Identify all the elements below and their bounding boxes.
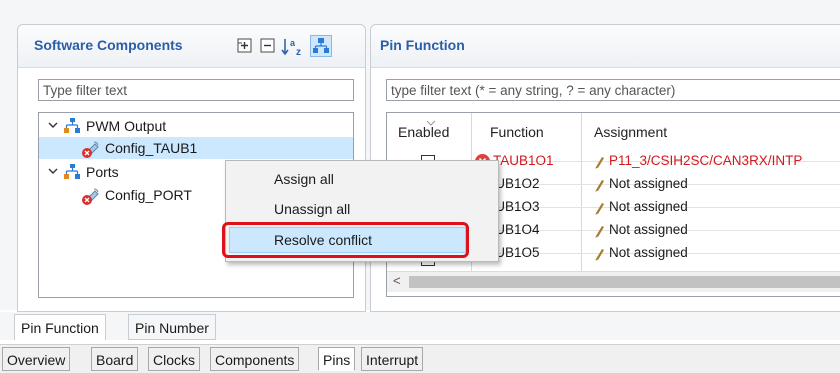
- table-header: Enabled Function Assignment: [387, 113, 840, 151]
- tree-item-config-taub1[interactable]: Config_TAUB1: [39, 137, 353, 159]
- error-config-icon: [81, 186, 101, 212]
- menu-item-unassign-all[interactable]: Unassign all: [226, 196, 498, 222]
- sort-az-icon[interactable]: az: [281, 37, 305, 58]
- tab-overview[interactable]: Overview: [2, 347, 71, 371]
- assignment-cell: Not assigned: [609, 199, 688, 214]
- tab-pin-number[interactable]: Pin Number: [128, 314, 216, 340]
- tab-pin-function[interactable]: Pin Function: [14, 314, 106, 340]
- scrollbar-thumb[interactable]: [409, 276, 840, 288]
- tree-item-label: Ports: [86, 164, 119, 180]
- tree-item-label: PWM Output: [86, 118, 167, 134]
- software-components-header: Software Components az: [18, 25, 365, 68]
- view-tab-bar: Pin Function Pin Number: [0, 312, 840, 340]
- horizontal-scrollbar[interactable]: <: [387, 271, 840, 292]
- svg-text:z: z: [296, 47, 301, 57]
- software-components-title: Software Components: [34, 37, 183, 53]
- menu-item-assign-all[interactable]: Assign all: [226, 166, 498, 192]
- tab-pins[interactable]: Pins: [318, 347, 356, 371]
- column-header-assignment[interactable]: Assignment: [594, 113, 667, 151]
- assignment-cell: Not assigned: [609, 222, 688, 237]
- tree-item-label: Config_TAUB1: [105, 140, 198, 156]
- pin-function-title: Pin Function: [380, 37, 465, 53]
- assignment-cell: Not assigned: [609, 176, 688, 191]
- tab-board[interactable]: Board: [91, 347, 139, 371]
- scroll-left-button[interactable]: <: [393, 273, 401, 288]
- highlight-annotation-box: [222, 222, 469, 258]
- column-header-enabled[interactable]: Enabled: [398, 113, 449, 151]
- expand-all-icon[interactable]: [236, 37, 254, 55]
- assignment-cell: P11_3/CSIH2SC/CAN3RX/INTP: [609, 153, 803, 168]
- tab-interrupt[interactable]: Interrupt: [361, 347, 424, 371]
- hierarchy-icon[interactable]: [310, 35, 332, 57]
- editor-tab-bar: Overview Board Clocks Components Pins In…: [0, 344, 840, 373]
- tree-item-label: Config_PORT: [105, 187, 192, 203]
- collapse-all-icon[interactable]: [259, 37, 277, 55]
- assignment-cell: Not assigned: [609, 245, 688, 260]
- pin-filter-input[interactable]: type filter text (* = any string, ? = an…: [386, 79, 840, 101]
- column-header-function[interactable]: Function: [490, 113, 544, 151]
- component-filter-input[interactable]: Type filter text: [38, 79, 354, 101]
- tab-components[interactable]: Components: [210, 347, 300, 371]
- tree-item-pwm-output[interactable]: PWM Output: [39, 115, 353, 137]
- edit-pencil-icon: [593, 246, 605, 268]
- pin-function-header: Pin Function: [371, 25, 840, 68]
- function-cell: TAUB1O1: [493, 153, 554, 168]
- panel-area: Software Components az Type filter text: [0, 0, 840, 312]
- tab-clocks[interactable]: Clocks: [148, 347, 201, 371]
